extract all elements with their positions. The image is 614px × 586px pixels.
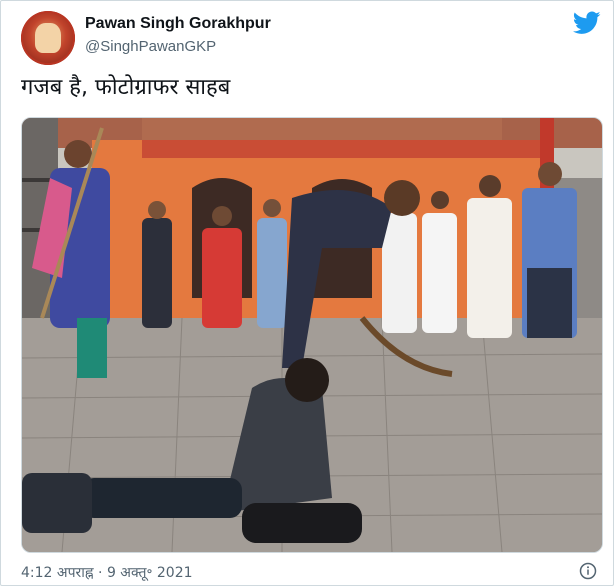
tweet-timestamp[interactable]: 4:12 अपराह्न · 9 अक्तू॰ 2021	[21, 563, 193, 582]
avatar-portrait	[35, 23, 61, 53]
tweet-photo[interactable]	[21, 117, 603, 553]
twitter-bird-icon[interactable]	[573, 11, 601, 35]
author-handle[interactable]: @SinghPawanGKP	[85, 38, 216, 55]
author-name[interactable]: Pawan Singh Gorakhpur	[85, 15, 271, 33]
tweet-card: Pawan Singh Gorakhpur @SinghPawanGKP गजब…	[0, 0, 614, 586]
tweet-text: गजब है, फोटोग्राफर साहब	[21, 75, 231, 100]
info-icon[interactable]	[579, 562, 597, 580]
photo-illustration	[22, 118, 602, 552]
author-avatar[interactable]	[21, 11, 75, 65]
